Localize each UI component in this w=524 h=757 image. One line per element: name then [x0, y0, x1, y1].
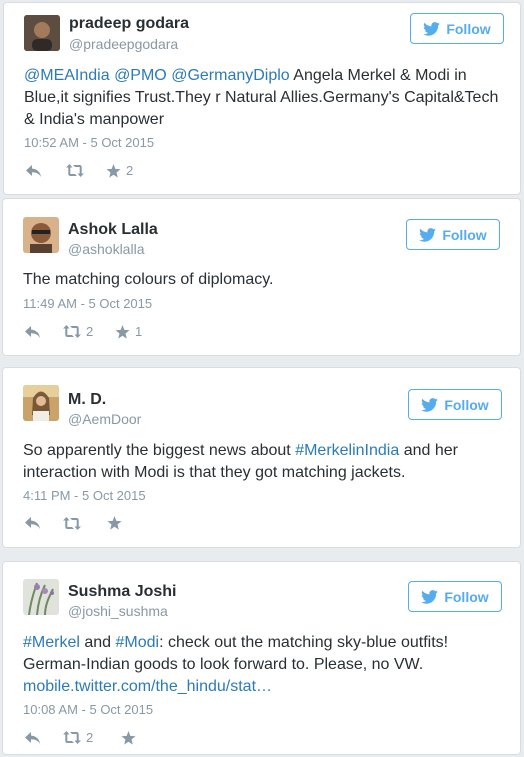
favorite-button[interactable]: 2 — [106, 163, 133, 178]
author-name[interactable]: M. D. — [68, 391, 106, 409]
author-handle[interactable]: @joshi_sushma — [68, 603, 168, 619]
star-icon — [121, 730, 136, 745]
tweet-text-segment: and — [79, 634, 116, 651]
retweet-icon — [66, 164, 84, 177]
author-handle[interactable]: @ashoklalla — [68, 241, 144, 257]
tweet-text: So apparently the biggest news about #Me… — [23, 440, 503, 484]
tweet-text: The matching colours of diplomacy. — [23, 269, 503, 291]
timestamp[interactable]: 10:08 AM - 5 Oct 2015 — [23, 702, 153, 717]
hashtag-link[interactable]: #Modi — [116, 634, 160, 651]
hashtag-link[interactable]: #MerkelinIndia — [295, 442, 399, 459]
avatar[interactable] — [24, 15, 60, 51]
timestamp[interactable]: 4:11 PM - 5 Oct 2015 — [23, 488, 146, 503]
tweet-actions — [25, 516, 127, 530]
follow-label: Follow — [446, 20, 491, 37]
retweet-button[interactable]: 2 — [63, 730, 121, 745]
retweet-icon — [63, 731, 81, 744]
author-handle[interactable]: @pradeepgodara — [69, 36, 178, 52]
reply-button[interactable] — [25, 731, 63, 745]
mention-link[interactable]: @GermanyDiplo — [171, 67, 290, 84]
tweet-text-segment: The matching colours of diplomacy. — [23, 271, 274, 288]
tweet-card: Ashok Lalla @ashoklalla Follow The match… — [2, 198, 521, 356]
reply-button[interactable] — [25, 516, 63, 530]
author-name[interactable]: pradeep godara — [69, 15, 189, 33]
favorite-button[interactable] — [121, 730, 141, 745]
reply-icon — [25, 325, 40, 338]
retweet-count: 2 — [86, 324, 94, 339]
follow-label: Follow — [442, 226, 487, 243]
twitter-bird-icon — [423, 21, 441, 36]
tweet-card: M. D. @AemDoor Follow So apparently the … — [2, 367, 521, 548]
avatar[interactable] — [23, 579, 59, 615]
follow-button[interactable]: Follow — [410, 13, 504, 44]
retweet-button[interactable] — [66, 164, 106, 177]
star-icon — [115, 324, 130, 339]
twitter-bird-icon — [421, 397, 439, 412]
follow-label: Follow — [444, 588, 489, 605]
tweet-card: pradeep godara @pradeepgodara Follow @ME… — [3, 2, 521, 195]
retweet-button[interactable]: 2 — [63, 324, 115, 339]
twitter-bird-icon — [421, 589, 439, 604]
retweet-icon — [63, 325, 81, 338]
favorite-count: 1 — [135, 324, 143, 339]
mention-link[interactable]: @PMO — [114, 67, 167, 84]
tweet-text: @MEAIndia @PMO @GermanyDiplo Angela Merk… — [24, 65, 504, 131]
tweet-actions: 2 — [26, 163, 133, 178]
favorite-count: 2 — [126, 163, 134, 178]
tweet-text-segment: So apparently the biggest news about — [23, 442, 296, 459]
twitter-bird-icon — [419, 227, 437, 242]
reply-button[interactable] — [25, 325, 63, 339]
retweet-button[interactable] — [63, 516, 107, 530]
retweet-count: 2 — [86, 730, 94, 745]
follow-button[interactable]: Follow — [408, 389, 502, 420]
url-link[interactable]: mobile.twitter.com/the_hindu/stat… — [23, 678, 272, 695]
reply-icon — [25, 731, 40, 744]
tweet-text: #Merkel and #Modi: check out the matchin… — [23, 632, 503, 698]
favorite-button[interactable] — [107, 516, 127, 530]
reply-button[interactable] — [26, 164, 66, 178]
avatar[interactable] — [23, 385, 59, 421]
follow-button[interactable]: Follow — [408, 581, 502, 612]
tweet-card: Sushma Joshi @joshi_sushma Follow #Merke… — [2, 561, 521, 755]
avatar[interactable] — [23, 217, 59, 253]
timestamp[interactable]: 10:52 AM - 5 Oct 2015 — [24, 135, 154, 150]
retweet-icon — [63, 516, 81, 530]
follow-label: Follow — [444, 396, 489, 413]
author-name[interactable]: Ashok Lalla — [68, 221, 158, 239]
mention-link[interactable]: @MEAIndia — [24, 67, 110, 84]
tweet-actions: 2 1 — [25, 324, 142, 339]
author-handle[interactable]: @AemDoor — [68, 411, 141, 427]
star-icon — [107, 516, 122, 530]
timestamp[interactable]: 11:49 AM - 5 Oct 2015 — [23, 296, 152, 311]
tweet-actions: 2 — [25, 730, 141, 745]
follow-button[interactable]: Follow — [406, 219, 500, 250]
reply-icon — [25, 517, 40, 529]
star-icon — [106, 163, 121, 178]
favorite-button[interactable]: 1 — [115, 324, 142, 339]
author-name[interactable]: Sushma Joshi — [68, 583, 176, 601]
reply-icon — [26, 164, 41, 177]
hashtag-link[interactable]: #Merkel — [23, 634, 80, 651]
